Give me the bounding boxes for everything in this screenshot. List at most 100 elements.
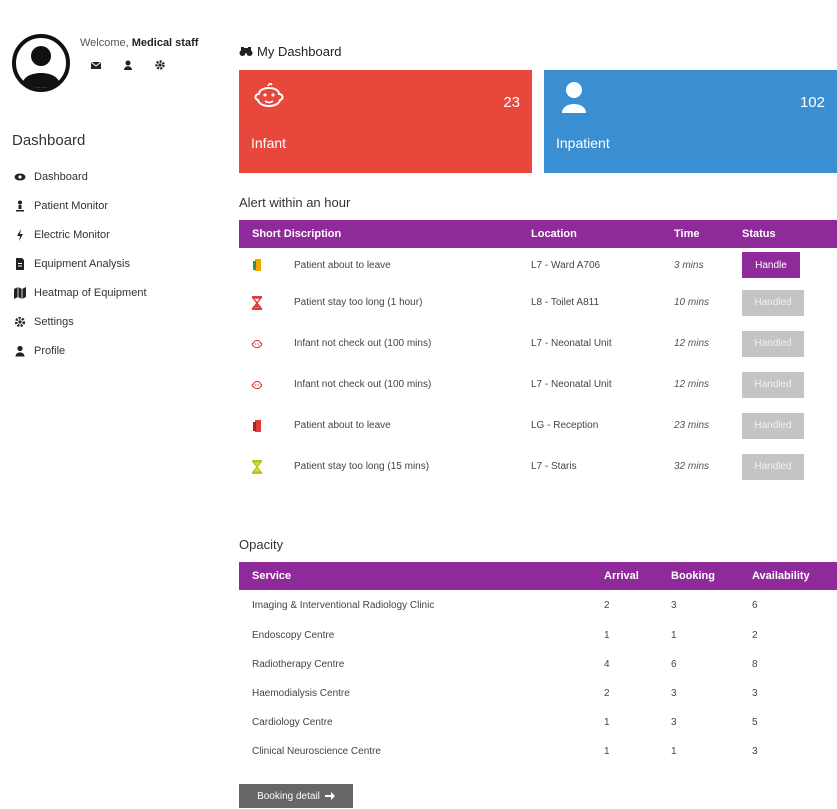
col-status: Status <box>742 228 776 240</box>
alert-desc: Infant not check out (100 mins) <box>294 338 432 349</box>
alert-location: L7 - Neonatal Unit <box>531 338 612 349</box>
booking-detail-label: Booking detail <box>257 790 320 802</box>
hourglass-icon <box>251 295 263 310</box>
infant-label: Infant <box>251 135 287 151</box>
handled-button[interactable]: Handled <box>742 330 804 357</box>
availability-value: 3 <box>752 688 758 699</box>
opacity-title: Opacity <box>239 537 284 552</box>
table-row: Clinical Neuroscience Centre 1 1 3 <box>239 737 837 766</box>
booking-value: 1 <box>671 746 677 757</box>
sidebar-item-dashboard[interactable]: Dashboard <box>14 162 147 191</box>
alert-desc: Infant not check out (100 mins) <box>294 379 432 390</box>
arrival-value: 1 <box>604 717 610 728</box>
availability-value: 3 <box>752 746 758 757</box>
inpatient-count: 102 <box>799 94 825 111</box>
table-header-row: Service Arrival Booking Availability <box>239 562 837 590</box>
sidebar-item-electric-monitor[interactable]: Electric Monitor <box>14 220 147 249</box>
alert-desc: Patient stay too long (1 hour) <box>294 297 423 308</box>
user-icon[interactable] <box>122 58 134 70</box>
col-time: Time <box>674 228 700 240</box>
col-service: Service <box>252 570 292 582</box>
handled-button[interactable]: Handled <box>742 453 804 480</box>
inpatient-card[interactable]: 102 Inpatient <box>544 70 837 173</box>
sidebar-item-label: Patient Monitor <box>34 199 108 212</box>
table-row: Patient about to leave LG - Reception 23… <box>239 405 837 446</box>
dashboard-icon <box>239 46 253 56</box>
alert-time: 23 mins <box>674 420 710 431</box>
booking-value: 3 <box>671 688 677 699</box>
gear-icon <box>14 316 26 327</box>
table-row: Cardiology Centre 1 3 5 <box>239 708 837 737</box>
sidebar-item-label: Equipment Analysis <box>34 257 130 270</box>
infant-card[interactable]: 23 Infant <box>239 70 532 173</box>
sidebar-menu: Dashboard Patient Monitor Electric Monit… <box>14 162 147 365</box>
page-title: My Dashboard <box>239 44 342 59</box>
table-row: Imaging & Interventional Radiology Clini… <box>239 590 837 621</box>
table-row: Radiotherapy Centre 4 6 8 <box>239 650 837 679</box>
alert-location: L7 - Staris <box>531 461 577 472</box>
user-name: Medical staff <box>131 37 199 49</box>
alert-desc: Patient about to leave <box>294 420 391 431</box>
sidebar-item-label: Dashboard <box>34 170 88 183</box>
table-row: Infant not check out (100 mins) L7 - Neo… <box>239 364 837 405</box>
baby-icon <box>254 82 284 107</box>
arrival-value: 1 <box>604 746 610 757</box>
sidebar-item-label: Heatmap of Equipment <box>34 286 147 299</box>
sidebar-item-patient-monitor[interactable]: Patient Monitor <box>14 191 147 220</box>
booking-value: 3 <box>671 600 677 611</box>
arrival-value: 4 <box>604 659 610 670</box>
service-name: Endoscopy Centre <box>252 630 335 641</box>
service-name: Radiotherapy Centre <box>252 659 345 670</box>
alert-time: 3 mins <box>674 259 704 271</box>
booking-value: 1 <box>671 630 677 641</box>
col-availability: Availability <box>752 570 810 582</box>
sidebar-item-settings[interactable]: Settings <box>14 307 147 336</box>
sidebar-title: Dashboard <box>12 132 86 149</box>
inpatient-label: Inpatient <box>556 135 610 151</box>
infant-count: 23 <box>503 94 520 111</box>
service-name: Haemodialysis Centre <box>252 688 350 699</box>
baby-icon <box>251 339 263 348</box>
welcome-text: Welcome, Medical staff <box>80 37 198 49</box>
file-icon <box>16 257 24 270</box>
handle-button[interactable]: Handle <box>742 252 800 278</box>
envelope-icon[interactable] <box>90 58 102 70</box>
alert-time: 12 mins <box>674 338 710 349</box>
sidebar-item-equipment-analysis[interactable]: Equipment Analysis <box>14 249 147 278</box>
welcome-label: Welcome, <box>80 37 129 49</box>
handled-button[interactable]: Handled <box>742 371 804 398</box>
bolt-icon <box>17 228 23 241</box>
baby-icon <box>251 380 263 389</box>
alert-desc: Patient stay too long (15 mins) <box>294 461 430 472</box>
booking-value: 6 <box>671 659 677 670</box>
availability-value: 8 <box>752 659 758 670</box>
booking-value: 3 <box>671 717 677 728</box>
alert-location: L7 - Ward A706 <box>531 259 601 271</box>
arrival-value: 2 <box>604 688 610 699</box>
sidebar-item-label: Settings <box>34 315 74 328</box>
table-row: Patient stay too long (15 mins) L7 - Sta… <box>239 446 837 487</box>
availability-value: 5 <box>752 717 758 728</box>
col-desc: Short Discription <box>252 228 342 240</box>
alerts-title: Alert within an hour <box>239 195 351 210</box>
arrival-value: 2 <box>604 600 610 611</box>
service-name: Imaging & Interventional Radiology Clini… <box>252 600 435 611</box>
sidebar-item-profile[interactable]: Profile <box>14 336 147 365</box>
table-header-row: Short Discription Location Time Status <box>239 220 837 248</box>
opacity-table: Service Arrival Booking Availability Ima… <box>239 562 837 766</box>
alert-location: LG - Reception <box>531 420 599 431</box>
availability-value: 6 <box>752 600 758 611</box>
gear-icon[interactable] <box>154 58 166 70</box>
alert-time: 10 mins <box>674 297 710 308</box>
table-row: Haemodialysis Centre 2 3 3 <box>239 679 837 708</box>
alert-desc: Patient about to leave <box>294 259 391 271</box>
handled-button[interactable]: Handled <box>742 289 804 316</box>
table-row: Infant not check out (100 mins) L7 - Neo… <box>239 323 837 364</box>
quick-icons <box>90 58 166 70</box>
sidebar-item-heatmap[interactable]: Heatmap of Equipment <box>14 278 147 307</box>
booking-detail-button[interactable]: Booking detail <box>239 784 353 808</box>
service-name: Clinical Neuroscience Centre <box>252 746 381 757</box>
sidebar-item-label: Profile <box>34 344 66 357</box>
handled-button[interactable]: Handled <box>742 412 804 439</box>
eye-icon <box>14 173 26 180</box>
